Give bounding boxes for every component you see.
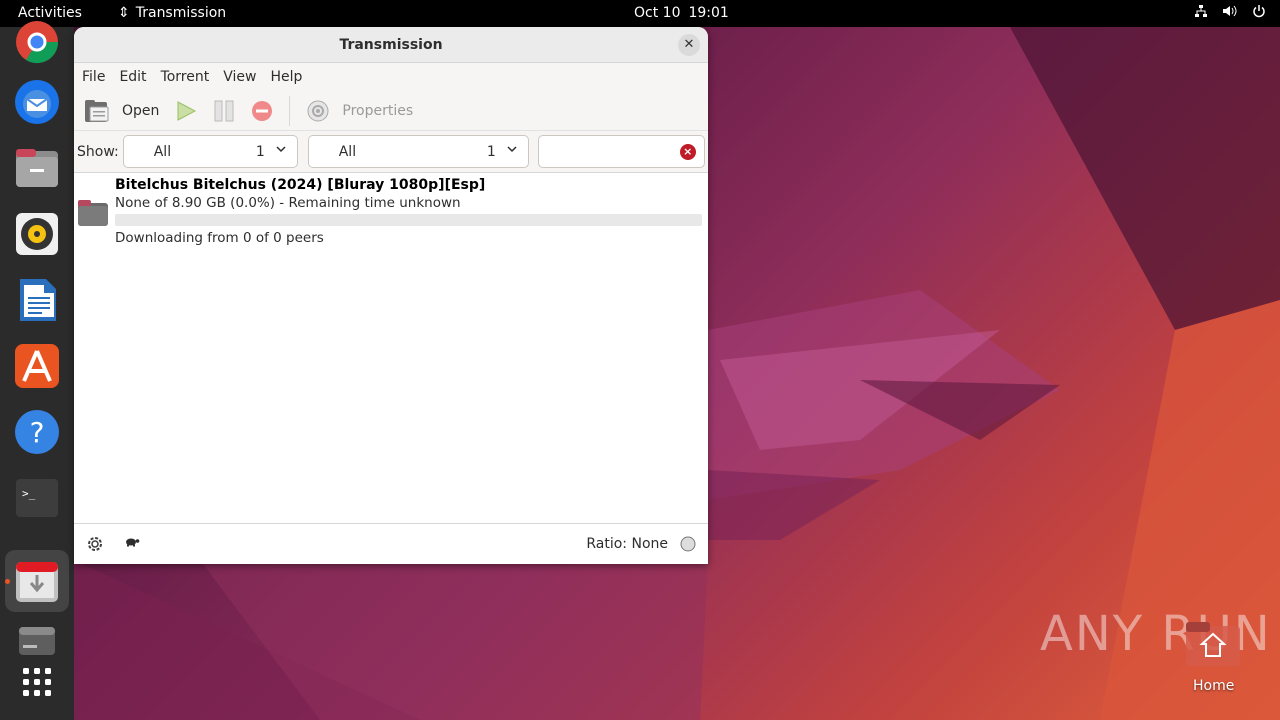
chrome-icon[interactable]: [14, 19, 60, 65]
window-title: Transmission: [339, 37, 443, 53]
menu-torrent[interactable]: Torrent: [161, 69, 210, 85]
menu-view[interactable]: View: [223, 69, 256, 85]
drive-icon[interactable]: [14, 617, 60, 663]
menu-help[interactable]: Help: [270, 69, 302, 85]
tracker-filter-value: All: [338, 143, 357, 160]
open-icon: [84, 99, 110, 123]
window-titlebar[interactable]: Transmission ✕: [74, 27, 708, 63]
torrent-status: Downloading from 0 of 0 peers: [115, 230, 324, 246]
network-icon: [1194, 4, 1208, 22]
transmission-window: Transmission ✕ File Edit Torrent View He…: [74, 27, 708, 564]
search-field[interactable]: ×: [537, 135, 705, 168]
chevron-down-icon: [275, 143, 287, 158]
search-input[interactable]: [544, 136, 675, 166]
transmission-icon[interactable]: [14, 558, 60, 604]
toolbar: Open Properties: [74, 91, 708, 131]
menu-file[interactable]: File: [82, 69, 105, 85]
folder-icon: [77, 199, 109, 231]
filter-bar: Show: All 1 All 1 ×: [74, 131, 708, 173]
clock[interactable]: Oct 10 19:01: [634, 5, 729, 21]
thunderbird-icon[interactable]: [14, 79, 60, 125]
activity-filter-combo[interactable]: All 1: [122, 135, 298, 168]
chevron-down-icon: [506, 143, 518, 158]
home-folder-icon[interactable]: [1184, 620, 1242, 668]
power-icon: [1252, 4, 1266, 22]
app-menu-label: Transmission: [135, 5, 227, 21]
rhythmbox-icon[interactable]: [14, 211, 60, 257]
torrent-row[interactable]: Bitelchus Bitelchus (2024) [Bluray 1080p…: [74, 173, 708, 253]
app-center-icon[interactable]: [14, 343, 60, 389]
show-label: Show:: [77, 143, 119, 160]
torrent-progress-text: None of 8.90 GB (0.0%) - Remaining time …: [115, 195, 461, 211]
app-menu[interactable]: ⇕ Transmission: [118, 5, 226, 21]
clock-date: Oct 10: [634, 5, 681, 21]
properties-button[interactable]: Properties: [306, 99, 413, 123]
activity-filter-count: 1: [255, 143, 265, 160]
tracker-filter-combo[interactable]: All 1: [307, 135, 529, 168]
terminal-icon[interactable]: >_: [14, 475, 60, 521]
torrent-name: Bitelchus Bitelchus (2024) [Bluray 1080p…: [115, 177, 486, 193]
tracker-filter-count: 1: [486, 143, 496, 160]
clear-search-icon[interactable]: ×: [679, 144, 696, 160]
system-tray[interactable]: [1194, 4, 1266, 22]
menu-edit[interactable]: Edit: [119, 69, 146, 85]
torrent-list: Bitelchus Bitelchus (2024) [Bluray 1080p…: [74, 173, 708, 523]
close-icon: ✕: [683, 37, 695, 52]
volume-icon: [1222, 4, 1238, 22]
help-icon[interactable]: ?: [14, 409, 60, 455]
status-bar: Ratio: None: [74, 523, 708, 564]
toolbar-separator: [289, 95, 291, 126]
menu-bar: File Edit Torrent View Help: [74, 63, 708, 91]
dock: ? >_: [0, 21, 74, 720]
play-icon: [175, 100, 197, 122]
ratio-icon[interactable]: [680, 536, 696, 556]
properties-gear-icon: [306, 99, 330, 123]
properties-label: Properties: [342, 102, 414, 119]
libreoffice-writer-icon[interactable]: [14, 277, 60, 323]
close-button[interactable]: ✕: [678, 34, 700, 56]
torrent-progress-bar: [115, 214, 702, 226]
activity-filter-value: All: [153, 143, 172, 160]
svg-text:?: ?: [30, 416, 45, 449]
ratio-text: Ratio: None: [586, 536, 668, 552]
top-bar: Activities ⇕ Transmission Oct 10 19:01: [0, 0, 1280, 27]
gear-icon[interactable]: [86, 535, 104, 557]
transmission-arrows-icon: ⇕: [118, 5, 130, 21]
start-button[interactable]: [175, 100, 197, 122]
clock-time: 19:01: [688, 5, 729, 21]
pause-button[interactable]: [213, 100, 235, 122]
show-apps-icon[interactable]: [14, 659, 60, 705]
remove-button[interactable]: [251, 100, 273, 122]
pause-icon: [213, 100, 235, 122]
svg-text:>_: >_: [22, 487, 36, 500]
running-indicator: [5, 579, 10, 584]
files-icon[interactable]: [14, 145, 60, 191]
remove-icon: [251, 100, 273, 122]
open-button[interactable]: Open: [84, 99, 159, 123]
home-folder-label: Home: [1193, 678, 1235, 694]
turtle-icon[interactable]: [124, 536, 140, 552]
open-label: Open: [122, 102, 160, 119]
